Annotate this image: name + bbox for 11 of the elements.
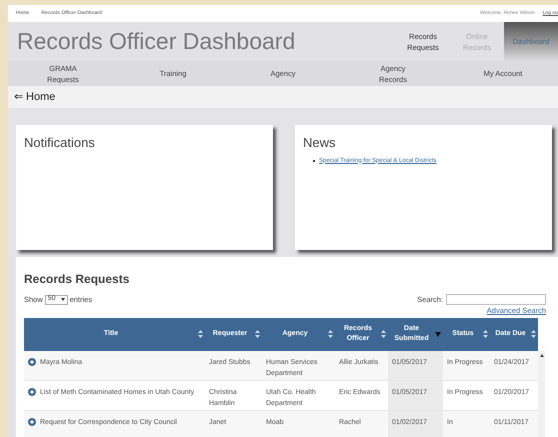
scrollbar[interactable]	[538, 350, 545, 437]
expand-row-icon[interactable]	[28, 418, 36, 426]
home-back-link[interactable]: ⇐ Home	[14, 88, 56, 106]
expand-row-icon[interactable]	[28, 358, 36, 366]
expand-row-icon[interactable]	[28, 388, 36, 396]
page-title: Records Officer Dashboard	[17, 27, 296, 56]
scroll-up-icon[interactable]	[540, 354, 544, 356]
card-title: News	[303, 134, 337, 152]
search-field[interactable]	[446, 294, 546, 306]
card-title: Notifications	[24, 134, 96, 152]
section-title: Records Requests	[24, 271, 130, 288]
